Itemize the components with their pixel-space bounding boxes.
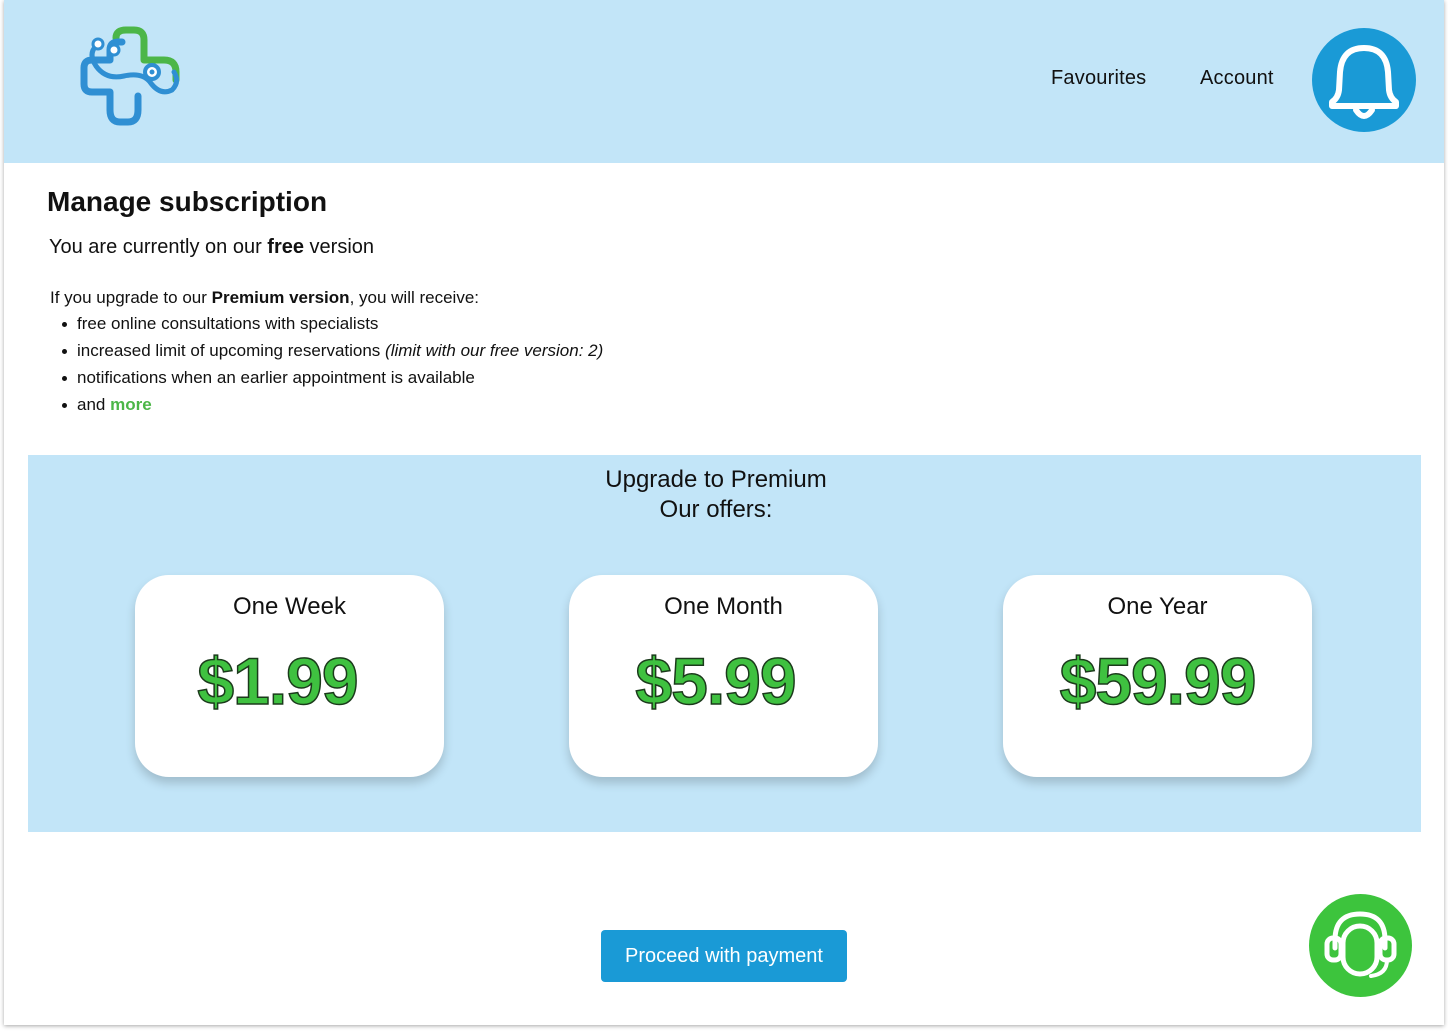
offer-card-week[interactable]: One Week $1.99	[135, 575, 444, 777]
headset-icon	[1324, 911, 1397, 978]
page-title: Manage subscription	[47, 186, 328, 217]
offer-price: $5.99	[635, 643, 798, 719]
support-chat-button[interactable]	[1309, 894, 1412, 997]
upgrade-intro-text: If you upgrade to our Premium version, y…	[50, 288, 479, 308]
current-plan-suffix: version	[303, 236, 375, 258]
offer-label: One Month	[664, 593, 783, 620]
benefit-text: free online consultations with specialis…	[77, 314, 379, 333]
benefit-item: free online consultations with specialis…	[50, 313, 603, 340]
benefit-note: (limit with our free version: 2)	[385, 341, 604, 360]
current-plan-text: You are currently on our free version	[49, 236, 374, 259]
more-benefits-link[interactable]: more	[110, 395, 152, 414]
current-plan-name: free	[267, 236, 304, 258]
medical-logo-icon[interactable]	[76, 26, 182, 130]
premium-offers-panel: Upgrade to Premium Our offers: One Week …	[28, 455, 1421, 832]
benefit-item: and more	[50, 394, 603, 421]
offer-card-month[interactable]: One Month $5.99	[569, 575, 878, 777]
offer-label: One Year	[1107, 593, 1208, 620]
nav-account-link[interactable]: Account	[1200, 67, 1274, 90]
upgrade-intro-suffix: , you will receive:	[349, 288, 479, 307]
proceed-payment-button[interactable]: Proceed with payment	[601, 930, 847, 982]
upgrade-intro-prefix: If you upgrade to our	[50, 288, 212, 307]
benefit-text: increased limit of upcoming reservations	[77, 341, 386, 360]
offer-price: $1.99	[197, 643, 360, 719]
nav-favourites-link[interactable]: Favourites	[1051, 67, 1146, 90]
benefit-text: notifications when an earlier appointmen…	[77, 368, 475, 387]
premium-benefits-list: free online consultations with specialis…	[50, 313, 603, 421]
offers-heading: Upgrade to Premium Our offers:	[28, 465, 1404, 525]
offers-title: Upgrade to Premium	[605, 466, 827, 493]
benefit-text: and	[77, 395, 111, 414]
app-window: Favourites Account Manage subscription Y…	[4, 0, 1444, 1025]
offer-card-year[interactable]: One Year $59.99	[1003, 575, 1312, 777]
top-header: Favourites Account	[4, 0, 1444, 163]
current-plan-prefix: You are currently on our	[49, 236, 268, 258]
offers-subtitle: Our offers:	[659, 496, 773, 523]
benefit-item: increased limit of upcoming reservations…	[50, 340, 603, 367]
notifications-button[interactable]	[1312, 28, 1416, 132]
premium-version-label: Premium version	[211, 288, 350, 307]
offer-price: $59.99	[1059, 643, 1257, 719]
bell-icon	[1329, 45, 1399, 119]
benefit-item: notifications when an earlier appointmen…	[50, 367, 603, 394]
offer-label: One Week	[233, 593, 346, 620]
